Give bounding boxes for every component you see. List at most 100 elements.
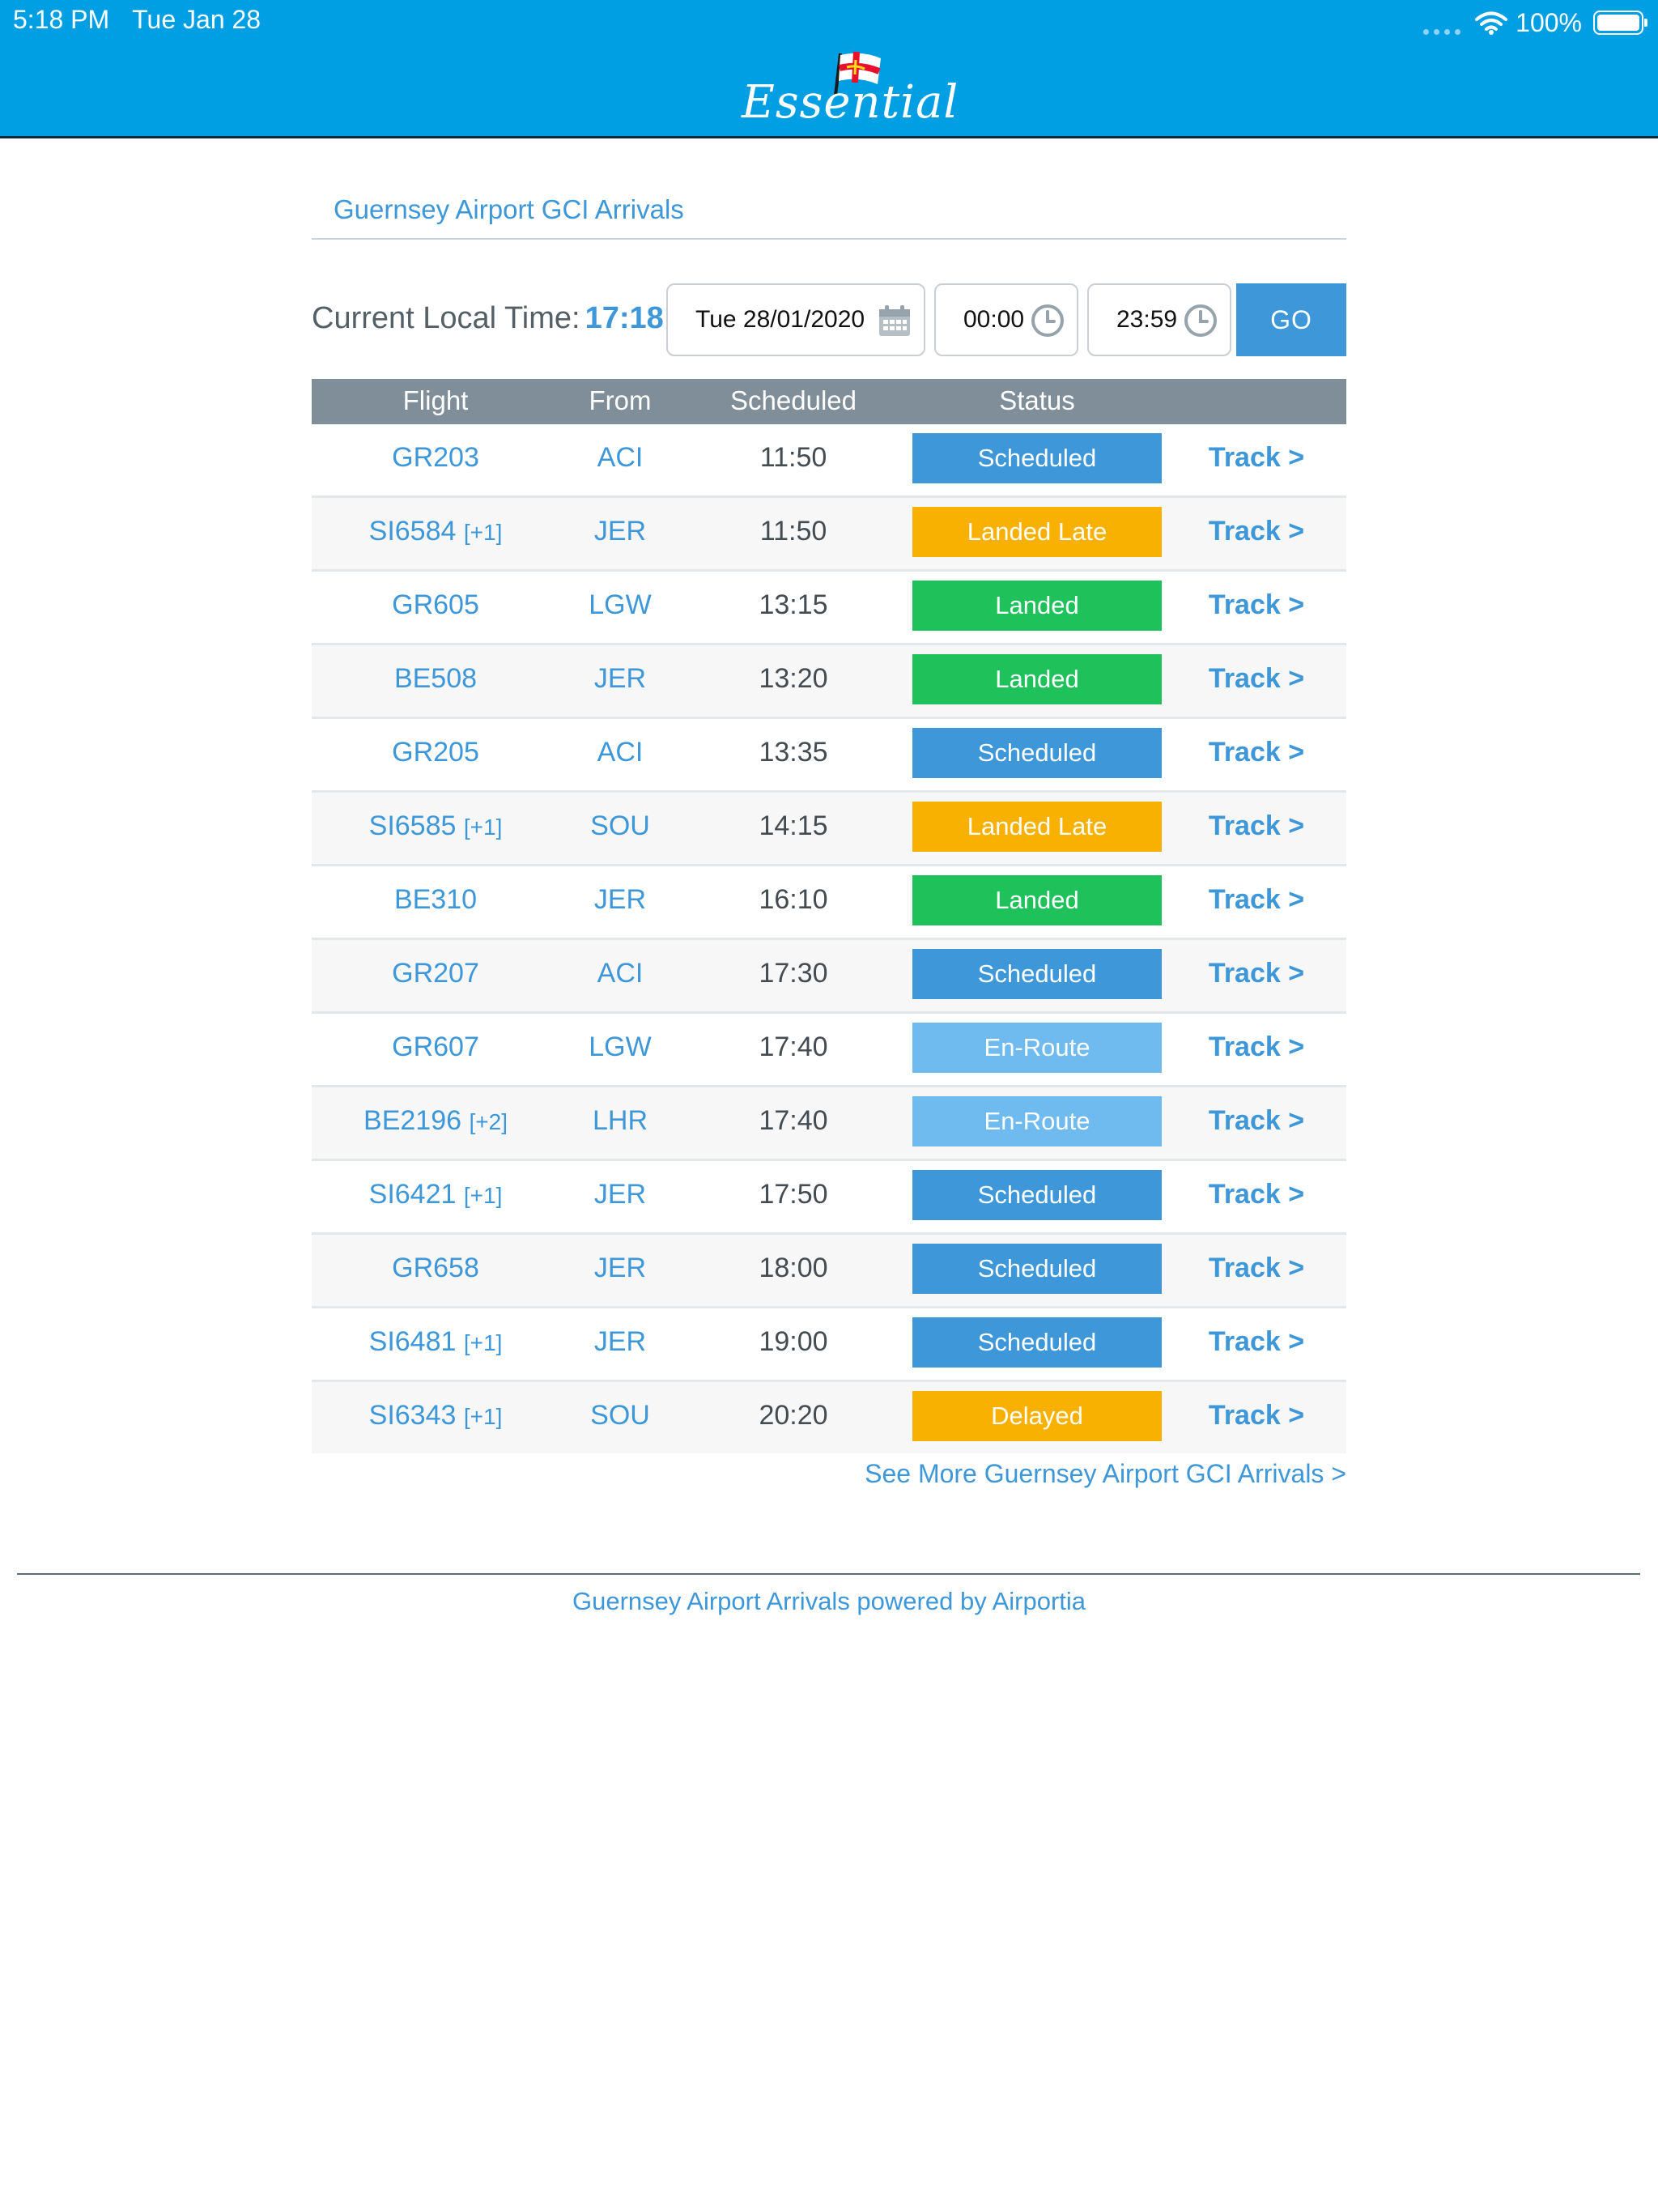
table-row: GR658 JER 18:00 Scheduled Track > [312,1235,1346,1308]
flight-number: GR203 [392,442,479,473]
flight-number: GR605 [392,589,479,620]
track-link[interactable]: Track > [1209,1400,1304,1431]
status-badge: Scheduled [912,1170,1162,1220]
footer-divider [17,1573,1640,1575]
codeshare-count: [+1] [463,1404,503,1429]
status-bar-right: 100% [1423,5,1647,40]
date-input[interactable]: Tue 28/01/2020 [666,283,925,356]
battery-percent: 100% [1516,7,1582,37]
track-link[interactable]: Track > [1209,442,1304,474]
origin-airport-link[interactable]: JER [594,516,646,547]
flight-number-link[interactable]: SI6585 [+1] [369,810,503,842]
flight-number-link[interactable]: BE310 [394,884,477,916]
status-badge: Scheduled [912,728,1162,778]
go-button[interactable]: GO [1236,283,1346,356]
origin-airport-link[interactable]: JER [594,1253,646,1284]
origin-airport-link[interactable]: SOU [590,1400,650,1431]
essential-logo[interactable]: Essential [729,49,958,133]
clock-icon[interactable] [1183,303,1218,338]
flight-number-link[interactable]: GR207 [392,958,479,989]
origin-airport-link[interactable]: LHR [593,1105,648,1137]
from-time-input[interactable]: 00:00 [934,283,1078,356]
clock-icon[interactable] [1030,303,1065,338]
page-title: Guernsey Airport GCI Arrivals [334,194,684,224]
track-link[interactable]: Track > [1209,1326,1304,1358]
flight-number-link[interactable]: GR658 [392,1253,479,1284]
scheduled-time: 11:50 [759,442,827,473]
flight-number-link[interactable]: GR605 [392,589,479,621]
arrivals-table: Flight From Scheduled Status GR203 ACI 11:… [312,379,1346,1453]
track-link[interactable]: Track > [1209,737,1304,768]
origin-airport-link[interactable]: JER [594,1326,646,1358]
status-badge: Landed Late [912,802,1162,852]
origin-airport-link[interactable]: ACI [597,958,644,989]
flight-number: SI6343 [368,1400,457,1431]
flight-number: BE508 [393,663,478,694]
flight-number-link[interactable]: SI6421 [+1] [369,1179,503,1210]
app-header: 5:18 PM Tue Jan 28 100% Essential [0,0,1658,138]
track-link[interactable]: Track > [1209,810,1304,842]
flight-number-link[interactable]: SI6584 [+1] [369,516,503,547]
codeshare-count: [+1] [463,1330,503,1355]
flight-number: BE310 [393,884,478,915]
scheduled-time: 13:15 [759,589,828,620]
footer-powered-by[interactable]: Guernsey Airport Arrivals powered by Air… [0,1587,1658,1616]
logo-text: Essential [742,76,959,129]
status-badge: En-Route [912,1023,1162,1073]
status-badge: Scheduled [912,1317,1162,1368]
flight-number-link[interactable]: BE508 [394,663,477,695]
table-row: GR607 LGW 17:40 En-Route Track > [312,1014,1346,1087]
origin-airport-link[interactable]: LGW [589,1032,651,1063]
origin-airport-link[interactable]: ACI [597,442,644,474]
track-link[interactable]: Track > [1209,663,1304,695]
to-time-value: 23:59 [1116,306,1178,333]
scheduled-time: 17:30 [759,958,828,989]
track-link[interactable]: Track > [1209,884,1304,916]
track-link[interactable]: Track > [1209,1105,1304,1137]
from-time-value: 00:00 [963,306,1025,333]
header-scheduled: Scheduled [730,385,857,415]
to-time-input[interactable]: 23:59 [1087,283,1231,356]
track-link[interactable]: Track > [1209,589,1304,621]
origin-airport-link[interactable]: JER [594,884,646,916]
origin-airport-link[interactable]: LGW [589,589,651,621]
codeshare-count: [+1] [463,520,503,545]
status-badge: En-Route [912,1096,1162,1146]
scheduled-time: 16:10 [759,884,828,915]
track-link[interactable]: Track > [1209,958,1304,989]
flight-number: GR207 [392,958,479,989]
calendar-icon[interactable] [877,303,912,338]
table-row: SI6421 [+1] JER 17:50 Scheduled Track > [312,1161,1346,1235]
flight-number-link[interactable]: GR607 [392,1032,479,1063]
track-link[interactable]: Track > [1209,1253,1304,1284]
track-link[interactable]: Track > [1209,516,1304,547]
current-time-value: 17:18 [585,301,664,335]
table-header: Flight From Scheduled Status [312,379,1346,424]
codeshare-count: [+1] [463,1183,503,1208]
flight-number-link[interactable]: GR205 [392,737,479,768]
origin-airport-link[interactable]: SOU [590,810,650,842]
track-link[interactable]: Track > [1209,1032,1304,1063]
flight-number: SI6481 [368,1326,457,1357]
origin-airport-link[interactable]: ACI [597,737,644,768]
status-badge: Delayed [912,1391,1162,1441]
flight-number-link[interactable]: SI6481 [+1] [369,1326,503,1358]
origin-airport-link[interactable]: JER [594,663,646,695]
codeshare-count: [+1] [463,815,503,840]
scheduled-time: 19:00 [759,1326,828,1357]
title-divider [312,238,1346,240]
status-badge: Landed [912,875,1162,925]
flight-number-link[interactable]: SI6343 [+1] [369,1400,503,1431]
see-more-link[interactable]: See More Guernsey Airport GCI Arrivals > [865,1459,1346,1489]
header-status: Status [999,385,1075,415]
header-from: From [589,385,652,415]
scheduled-time: 13:35 [759,737,828,768]
flight-number-link[interactable]: GR203 [392,442,479,474]
scheduled-time: 18:00 [759,1253,828,1283]
wifi-icon [1475,11,1508,35]
flight-number-link[interactable]: BE2196 [+2] [363,1105,508,1137]
table-row: GR203 ACI 11:50 Scheduled Track > [312,424,1346,498]
track-link[interactable]: Track > [1209,1179,1304,1210]
table-row: SI6343 [+1] SOU 20:20 Delayed Track > [312,1382,1346,1453]
origin-airport-link[interactable]: JER [594,1179,646,1210]
